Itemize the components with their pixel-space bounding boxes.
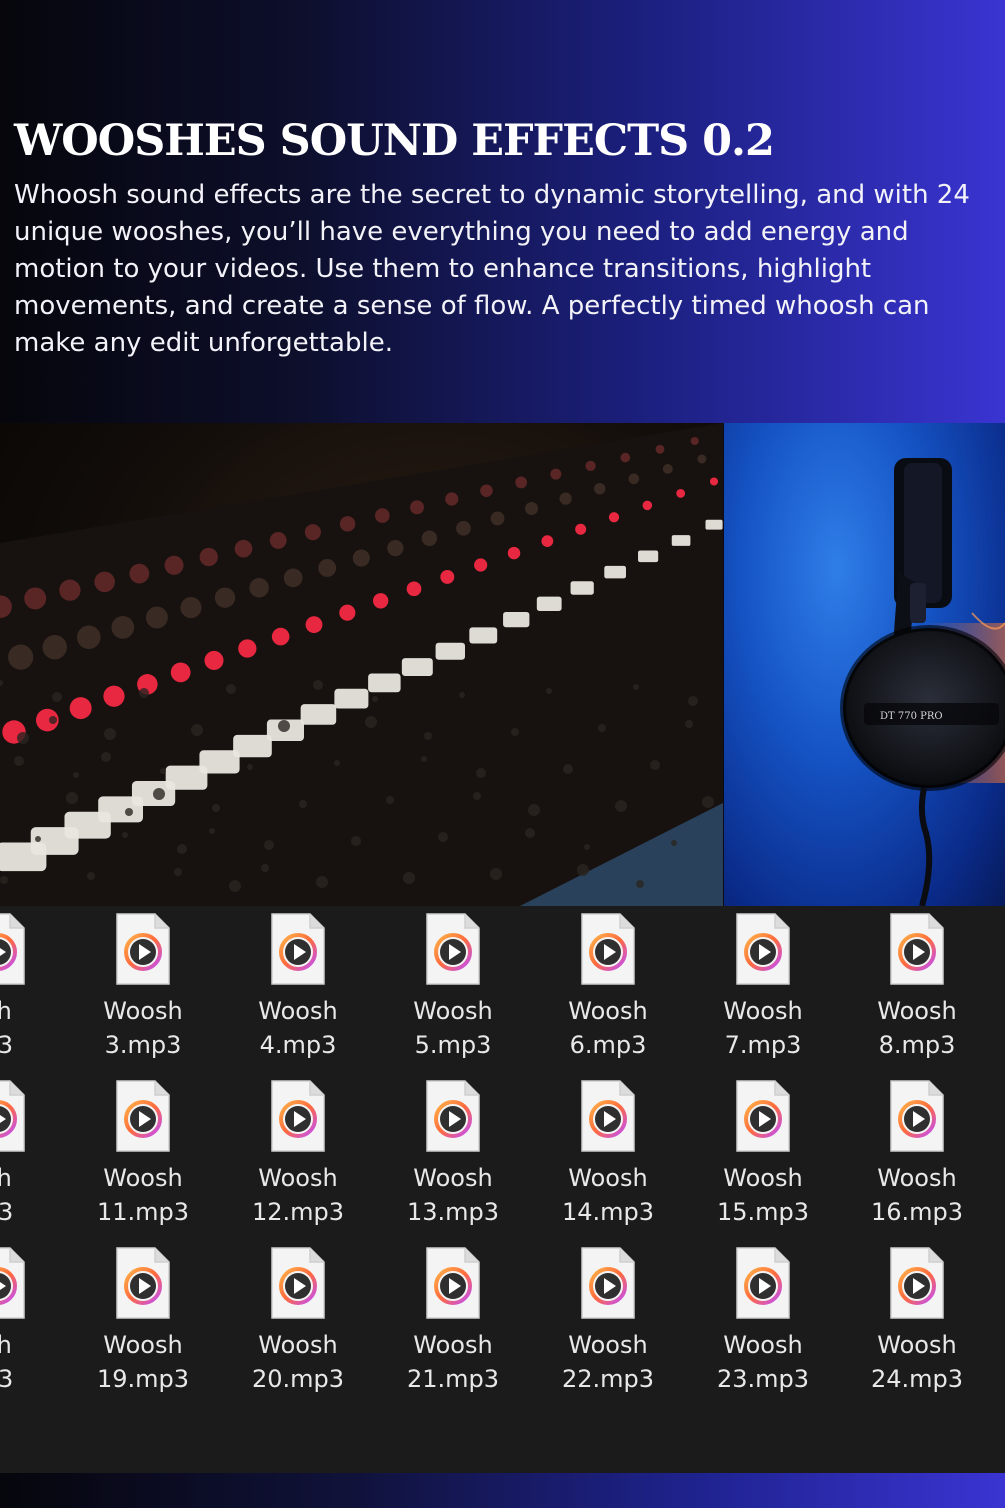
file-name: Woosh 12.mp3 xyxy=(251,1164,345,1226)
audio-file-play-icon xyxy=(890,1080,944,1152)
file-item[interactable]: Woosh 12.mp3 xyxy=(233,1073,363,1233)
file-item[interactable]: Woosh 6.mp3 xyxy=(543,906,673,1066)
file-name: sho3 xyxy=(0,997,13,1059)
audio-file-play-icon xyxy=(271,913,325,985)
audio-file-play-icon xyxy=(271,1247,325,1319)
file-item[interactable]: Woosh 22.mp3 xyxy=(543,1240,673,1400)
audio-file-play-icon xyxy=(426,913,480,985)
headphones-illustration: DT 770 PRO xyxy=(840,458,1005,906)
audio-file-play-icon xyxy=(736,913,790,985)
photo-strip: DT 770 PRO xyxy=(0,423,1005,906)
page-title: WOOSHES SOUND EFFECTS 0.2 xyxy=(14,116,775,166)
file-name: Woosh 23.mp3 xyxy=(716,1331,810,1393)
file-item[interactable]: Woosh 14.mp3 xyxy=(543,1073,673,1233)
hero-description: Whoosh sound effects are the secret to d… xyxy=(14,180,970,358)
file-item[interactable]: Woosh 4.mp3 xyxy=(233,906,363,1066)
file-item[interactable]: Woosh 7.mp3 xyxy=(698,906,828,1066)
file-item[interactable]: Woosh 13.mp3 xyxy=(388,1073,518,1233)
file-name: Woosh 5.mp3 xyxy=(413,997,493,1059)
file-item[interactable]: Woosh 20.mp3 xyxy=(233,1240,363,1400)
file-name: Woosh 14.mp3 xyxy=(561,1164,655,1226)
headphones-model-text: DT 770 PRO xyxy=(880,711,943,722)
audio-file-play-icon xyxy=(581,913,635,985)
file-name: Woosh 24.mp3 xyxy=(870,1331,964,1393)
file-name: Woosh 7.mp3 xyxy=(723,997,803,1059)
audio-file-play-icon xyxy=(890,913,944,985)
file-name: Woosh 16.mp3 xyxy=(870,1164,964,1226)
file-item[interactable]: shp3 xyxy=(0,1073,63,1233)
audio-file-play-icon xyxy=(736,1247,790,1319)
file-browser-grid: sho3 Woosh3.mp3 Woosh4.mp3 Woosh5.mp3 Woosh6… xyxy=(0,906,1005,1473)
file-name: Woosh 15.mp3 xyxy=(716,1164,810,1226)
mixing-console-photo xyxy=(0,423,723,906)
audio-file-play-icon xyxy=(581,1080,635,1152)
file-item[interactable]: sho3 xyxy=(0,906,63,1066)
audio-file-play-icon xyxy=(0,1080,25,1152)
file-name: Woosh 8.mp3 xyxy=(877,997,957,1059)
file-name: Woosh 20.mp3 xyxy=(251,1331,345,1393)
file-item[interactable]: shp3 xyxy=(0,1240,63,1400)
hero-banner: WOOSHES SOUND EFFECTS 0.2 Whoosh sound e… xyxy=(0,0,1005,423)
audio-file-play-icon xyxy=(116,913,170,985)
file-name: Woosh 3.mp3 xyxy=(103,997,183,1059)
file-name: Woosh 6.mp3 xyxy=(568,997,648,1059)
file-name: Woosh 22.mp3 xyxy=(561,1331,655,1393)
file-name: Woosh 11.mp3 xyxy=(96,1164,190,1226)
file-item[interactable]: Woosh 21.mp3 xyxy=(388,1240,518,1400)
audio-file-play-icon xyxy=(0,913,25,985)
file-item[interactable]: Woosh 24.mp3 xyxy=(852,1240,982,1400)
file-item[interactable]: Woosh 11.mp3 xyxy=(78,1073,208,1233)
file-name: Woosh 19.mp3 xyxy=(96,1331,190,1393)
audio-file-play-icon xyxy=(271,1080,325,1152)
file-name: Woosh 4.mp3 xyxy=(258,997,338,1059)
audio-file-play-icon xyxy=(890,1247,944,1319)
audio-file-play-icon xyxy=(581,1247,635,1319)
audio-file-play-icon xyxy=(426,1080,480,1152)
file-item[interactable]: Woosh 23.mp3 xyxy=(698,1240,828,1400)
audio-file-play-icon xyxy=(736,1080,790,1152)
file-name: Woosh 13.mp3 xyxy=(406,1164,500,1226)
file-item[interactable]: Woosh 16.mp3 xyxy=(852,1073,982,1233)
file-name: shp3 xyxy=(0,1164,14,1226)
audio-file-play-icon xyxy=(426,1247,480,1319)
file-item[interactable]: Woosh 8.mp3 xyxy=(852,906,982,1066)
file-item[interactable]: Woosh 15.mp3 xyxy=(698,1073,828,1233)
headphones-photo: DT 770 PRO xyxy=(724,423,1005,906)
file-name: shp3 xyxy=(0,1331,14,1393)
file-item[interactable]: Woosh 19.mp3 xyxy=(78,1240,208,1400)
file-item[interactable]: Woosh 3.mp3 xyxy=(78,906,208,1066)
footer-band xyxy=(0,1473,1005,1508)
audio-file-play-icon xyxy=(116,1080,170,1152)
file-name: Woosh 21.mp3 xyxy=(406,1331,500,1393)
audio-file-play-icon xyxy=(0,1247,25,1319)
file-item[interactable]: Woosh 5.mp3 xyxy=(388,906,518,1066)
mixing-console-illustration xyxy=(0,423,723,906)
audio-file-play-icon xyxy=(116,1247,170,1319)
